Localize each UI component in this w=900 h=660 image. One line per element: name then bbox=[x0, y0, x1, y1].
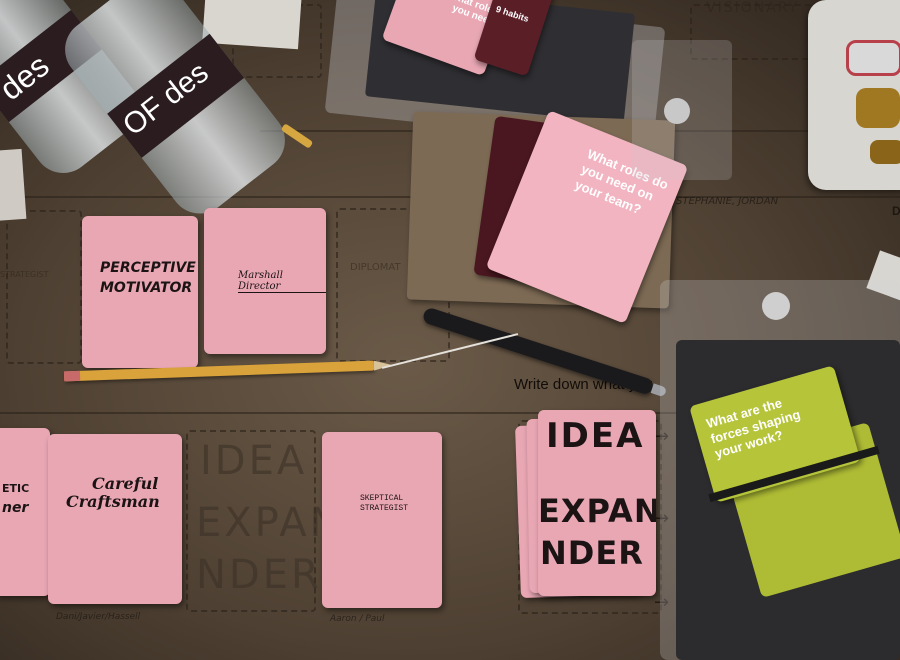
card-idea-expander: IDEA EXPAN NDER bbox=[538, 410, 656, 596]
card-careful-craftsman: Careful Craftsman bbox=[48, 434, 182, 604]
candy-gold-icon bbox=[870, 140, 900, 164]
board-slot-label-left: STRATEGIST bbox=[0, 270, 49, 279]
card-perceptive-motivator: PERCEPTIVE MOTIVATOR bbox=[82, 216, 198, 368]
card-marshall-director: Marshall Director bbox=[204, 208, 326, 354]
ghost-nder-text: NDER bbox=[196, 552, 322, 598]
paper-sheet-left bbox=[0, 148, 27, 222]
snap-button-icon bbox=[762, 292, 790, 320]
candy-gold-icon bbox=[856, 88, 900, 128]
board-header-visionary: VISIONARY bbox=[706, 0, 800, 16]
card-slot bbox=[6, 210, 82, 364]
pencil-stub bbox=[280, 123, 314, 149]
pencil-eraser bbox=[63, 370, 81, 382]
ghost-idea-text: IDEA bbox=[200, 438, 308, 484]
signature-bottom-mid: Aaron / Paul bbox=[330, 614, 385, 624]
board-letter: D bbox=[892, 204, 900, 218]
paper-sheet bbox=[202, 0, 302, 50]
card-skeptical-strategist: SKEPTICAL STRATEGIST bbox=[322, 432, 442, 608]
candy-wrapper-icon bbox=[846, 40, 900, 76]
snap-button-icon bbox=[664, 98, 690, 124]
board-slot-label: DIPLOMAT bbox=[350, 262, 401, 273]
workshop-photo: VISIONARY DIPLOMAT STRATEGIST D STEPHANI… bbox=[0, 0, 900, 660]
board-names: STEPHANIE, JORDAN bbox=[676, 196, 779, 207]
signature-bottom-left: Dani/Javier/Hassell bbox=[56, 612, 141, 622]
ghost-expan-text: EXPAN bbox=[196, 500, 343, 546]
card-partial-left: ETIC ner bbox=[0, 428, 50, 596]
